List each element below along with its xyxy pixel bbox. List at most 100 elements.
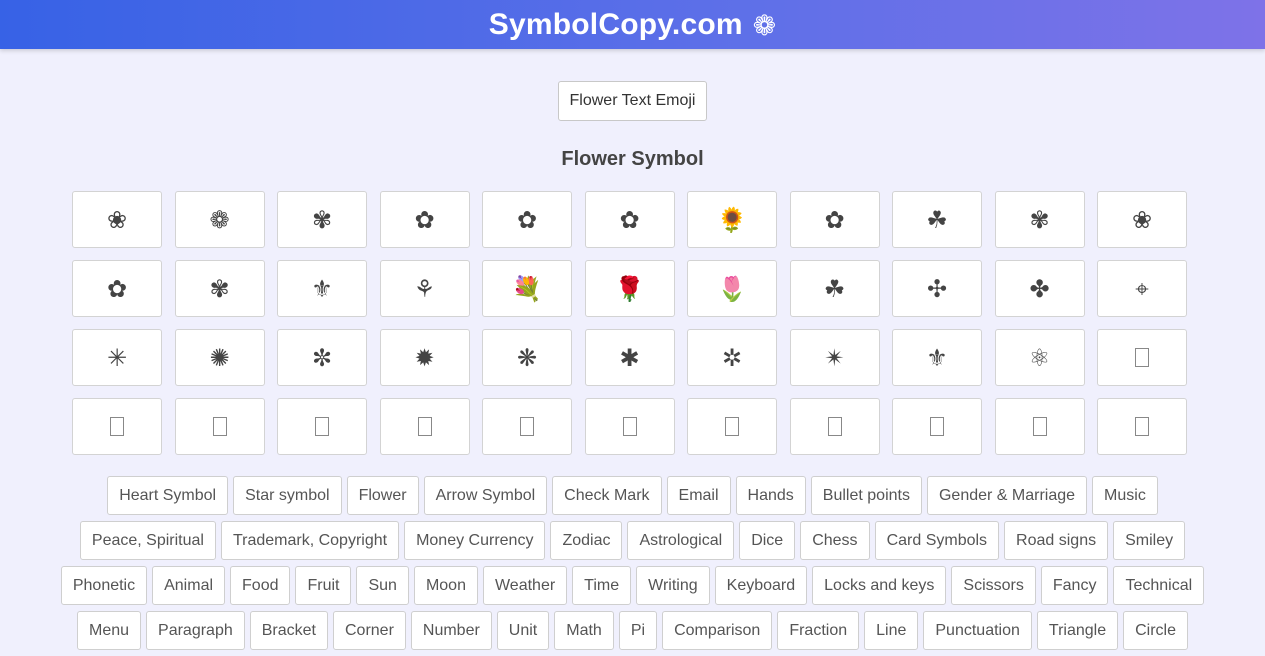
symbol-cell[interactable]: 🌷 bbox=[687, 260, 777, 317]
symbol-cell[interactable]: ⌖ bbox=[1097, 260, 1187, 317]
category-button[interactable]: Punctuation bbox=[923, 611, 1032, 650]
symbol-cell[interactable] bbox=[687, 398, 777, 455]
symbol-cell[interactable]: ✾ bbox=[277, 191, 367, 248]
symbol-cell[interactable] bbox=[1097, 329, 1187, 386]
symbol-cell[interactable]: ❀ bbox=[1097, 191, 1187, 248]
category-button[interactable]: Time bbox=[572, 566, 632, 605]
category-button[interactable]: Chess bbox=[800, 521, 870, 560]
symbol-cell[interactable]: ✿ bbox=[72, 260, 162, 317]
category-button[interactable]: Email bbox=[666, 476, 731, 515]
symbol-cell[interactable] bbox=[277, 398, 367, 455]
category-button[interactable]: Bracket bbox=[249, 611, 328, 650]
category-button[interactable]: Menu bbox=[76, 611, 142, 650]
category-button[interactable]: Unit bbox=[496, 611, 550, 650]
category-button[interactable]: Zodiac bbox=[550, 521, 623, 560]
category-button[interactable]: Corner bbox=[332, 611, 406, 650]
symbol-cell[interactable]: ⚜ bbox=[277, 260, 367, 317]
category-button[interactable]: Animal bbox=[152, 566, 226, 605]
symbol-cell[interactable]: ✿ bbox=[584, 191, 675, 248]
symbol-cell[interactable]: ✱ bbox=[584, 329, 675, 386]
category-button[interactable]: Star symbol bbox=[233, 476, 342, 515]
category-button[interactable]: Fruit bbox=[295, 566, 352, 605]
symbol-cell[interactable]: ✼ bbox=[277, 329, 367, 386]
category-button[interactable]: Technical bbox=[1113, 566, 1205, 605]
category-button[interactable]: Card Symbols bbox=[874, 521, 1000, 560]
category-button[interactable]: Arrow Symbol bbox=[423, 476, 548, 515]
symbol-cell[interactable]: ✤ bbox=[994, 260, 1085, 317]
symbol-cell[interactable]: ☘ bbox=[789, 260, 880, 317]
symbol-cell[interactable]: ✣ bbox=[892, 260, 982, 317]
category-button[interactable]: Gender & Marriage bbox=[926, 476, 1088, 515]
category-button[interactable]: Weather bbox=[482, 566, 568, 605]
symbol-cell[interactable]: ✹ bbox=[379, 329, 470, 386]
category-button[interactable]: Smiley bbox=[1113, 521, 1186, 560]
symbol-cell[interactable] bbox=[789, 398, 880, 455]
category-button[interactable]: Peace, Spiritual bbox=[79, 521, 216, 560]
category-button[interactable]: Circle bbox=[1123, 611, 1188, 650]
category-button[interactable]: Triangle bbox=[1036, 611, 1119, 650]
symbol-cell[interactable]: ✺ bbox=[174, 329, 265, 386]
symbol-cell[interactable]: ✾ bbox=[994, 191, 1085, 248]
category-button[interactable]: Comparison bbox=[662, 611, 773, 650]
symbol-cell[interactable]: 🌹 bbox=[584, 260, 675, 317]
category-button[interactable]: Number bbox=[410, 611, 492, 650]
symbol-cell[interactable] bbox=[379, 398, 470, 455]
symbol-cell[interactable] bbox=[584, 398, 675, 455]
category-button[interactable]: Money Currency bbox=[404, 521, 546, 560]
symbol-cell[interactable]: ✿ bbox=[789, 191, 880, 248]
category-button[interactable]: Pi bbox=[618, 611, 658, 650]
category-button[interactable]: Writing bbox=[636, 566, 710, 605]
category-button[interactable]: Fraction bbox=[777, 611, 860, 650]
symbol-glyph: ✾ bbox=[1029, 205, 1050, 234]
symbol-cell[interactable]: ✲ bbox=[687, 329, 777, 386]
symbol-cell[interactable]: ❋ bbox=[482, 329, 572, 386]
symbol-cell[interactable]: ✿ bbox=[379, 191, 470, 248]
category-button[interactable]: Sun bbox=[356, 566, 409, 605]
category-button[interactable]: Check Mark bbox=[552, 476, 662, 515]
missing-glyph-icon bbox=[622, 417, 637, 436]
category-button[interactable]: Keyboard bbox=[714, 566, 808, 605]
symbol-cell[interactable]: ✾ bbox=[174, 260, 265, 317]
category-button[interactable]: Math bbox=[554, 611, 614, 650]
category-button[interactable]: Bullet points bbox=[810, 476, 922, 515]
category-button[interactable]: Fancy bbox=[1040, 566, 1109, 605]
symbol-glyph: ⚜ bbox=[311, 274, 333, 303]
category-button[interactable]: Music bbox=[1092, 476, 1158, 515]
category-button[interactable]: Locks and keys bbox=[812, 566, 947, 605]
flower-text-emoji-button[interactable]: Flower Text Emoji bbox=[557, 81, 708, 121]
symbol-cell[interactable]: ⚜ bbox=[892, 329, 982, 386]
category-button[interactable]: Road signs bbox=[1004, 521, 1109, 560]
category-button[interactable]: Dice bbox=[739, 521, 796, 560]
symbol-cell[interactable]: ✴ bbox=[789, 329, 880, 386]
category-button[interactable]: Scissors bbox=[951, 566, 1036, 605]
site-title[interactable]: SymbolCopy.com bbox=[489, 8, 743, 42]
category-button[interactable]: Astrological bbox=[627, 521, 735, 560]
symbol-cell[interactable]: ❀ bbox=[72, 191, 162, 248]
symbol-cell[interactable]: 💐 bbox=[482, 260, 572, 317]
category-button[interactable]: Hands bbox=[735, 476, 806, 515]
category-button[interactable]: Flower bbox=[346, 476, 419, 515]
symbol-cell[interactable]: ✿ bbox=[482, 191, 572, 248]
symbol-cell[interactable]: 🌻 bbox=[687, 191, 777, 248]
category-button[interactable]: Food bbox=[230, 566, 291, 605]
symbol-cell[interactable] bbox=[174, 398, 265, 455]
symbol-cell[interactable] bbox=[994, 398, 1085, 455]
missing-glyph-icon bbox=[827, 417, 842, 436]
category-button[interactable]: Paragraph bbox=[146, 611, 245, 650]
category-button[interactable]: Phonetic bbox=[60, 566, 148, 605]
category-button[interactable]: Line bbox=[864, 611, 919, 650]
symbol-cell[interactable]: ❁ bbox=[174, 191, 265, 248]
category-button[interactable]: Trademark, Copyright bbox=[220, 521, 400, 560]
category-button[interactable]: Moon bbox=[413, 566, 478, 605]
symbol-cell[interactable] bbox=[1097, 398, 1187, 455]
symbol-cell[interactable] bbox=[892, 398, 982, 455]
symbol-cell[interactable]: ☘ bbox=[892, 191, 982, 248]
symbol-cell[interactable]: ✳ bbox=[72, 329, 162, 386]
symbol-cell[interactable]: ⚘ bbox=[379, 260, 470, 317]
symbol-cell[interactable]: ⚛ bbox=[994, 329, 1085, 386]
symbol-glyph: ☘ bbox=[823, 274, 846, 303]
symbol-cell[interactable] bbox=[482, 398, 572, 455]
symbol-glyph: ✿ bbox=[414, 205, 435, 234]
category-button[interactable]: Heart Symbol bbox=[107, 476, 229, 515]
symbol-cell[interactable] bbox=[72, 398, 162, 455]
